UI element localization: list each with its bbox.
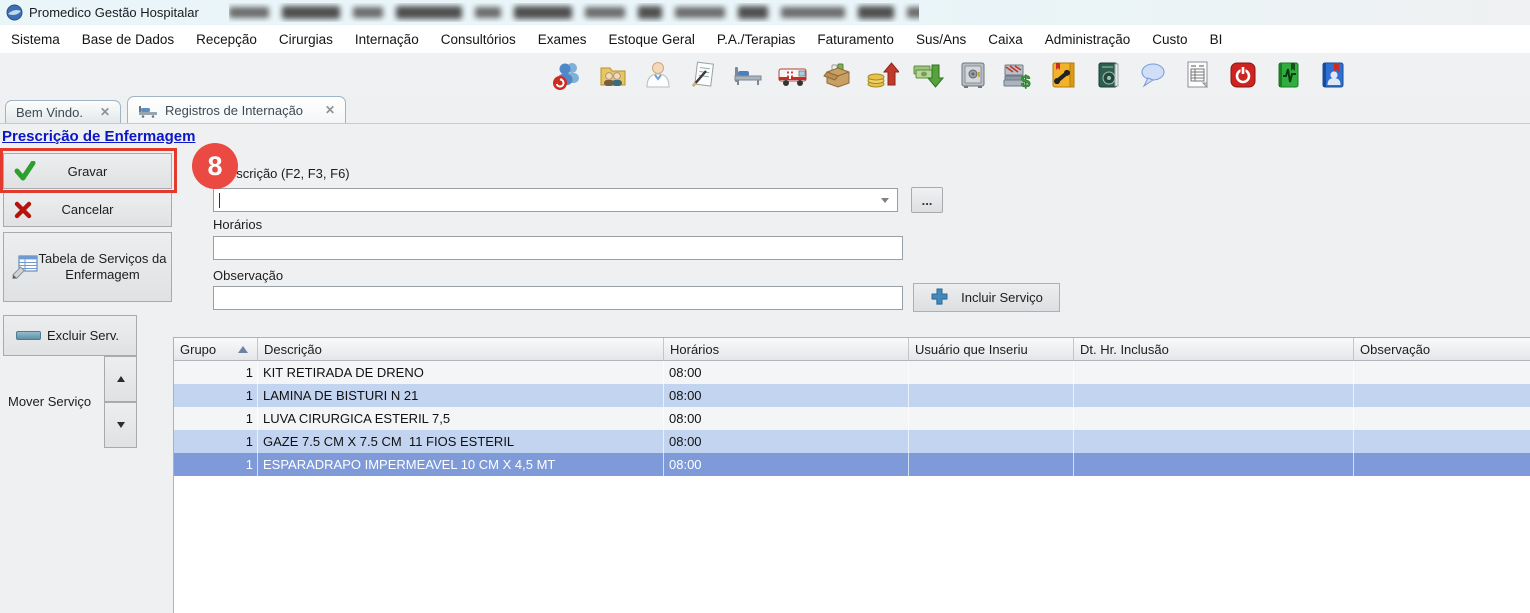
annotation-step-badge: 8 [192,143,238,189]
doctor-icon[interactable] [635,57,680,93]
title-bar: Promedico Gestão Hospitalar [0,0,1530,25]
observacao-label: Observação [213,268,283,283]
save-button[interactable]: Gravar [3,153,172,189]
app-window: Promedico Gestão Hospitalar Sistema Base… [0,0,1530,613]
include-service-button[interactable]: Incluir Serviço [913,283,1060,312]
app-icon [6,4,23,21]
menu-bi[interactable]: BI [1199,25,1234,53]
phone-book-icon[interactable] [1040,57,1085,93]
table-row[interactable]: 1 LUVA CIRURGICA ESTERIL 7,5 08:00 [174,407,1530,430]
menu-custo[interactable]: Custo [1141,25,1198,53]
include-service-button-label: Incluir Serviço [961,290,1043,305]
services-table-button-label: Tabela de Serviços da Enfermagem [38,251,167,284]
menu-base-de-dados[interactable]: Base de Dados [71,25,185,53]
users-sync-icon[interactable] [545,57,590,93]
close-tab-icon[interactable]: ✕ [325,103,335,117]
cancel-button[interactable]: Cancelar [3,192,172,227]
table-header-row: Grupo Descrição Horários Usuário que Ins… [174,338,1530,361]
prescription-combobox[interactable] [213,188,898,212]
money-out-icon[interactable] [905,57,950,93]
tab-bar: Bem Vindo. ✕ Registros de Internação ✕ [0,96,1530,124]
table-edit-icon [12,254,39,281]
health-record-icon[interactable] [1265,57,1310,93]
page-title: Prescrição de Enfermagem [2,128,195,145]
move-service-up-button[interactable] [104,356,137,402]
tab-bem-vindo[interactable]: Bem Vindo. ✕ [5,100,121,123]
column-header-dt-hr[interactable]: Dt. Hr. Inclusão [1074,338,1354,360]
column-header-descricao[interactable]: Descrição [258,338,664,360]
menu-pa-terapias[interactable]: P.A./Terapias [706,25,807,53]
table-row-selected[interactable]: 1 ESPARADRAPO IMPERMEAVEL 10 CM X 4,5 MT… [174,453,1530,476]
prescricao-enfermagem-panel: Prescrição de Enfermagem Gravar 8 Cancel… [0,124,1530,613]
delete-service-button[interactable]: Excluir Serv. [3,315,137,356]
menu-faturamento[interactable]: Faturamento [806,25,905,53]
prescription-document-icon[interactable] [680,57,725,93]
chat-icon[interactable] [1130,57,1175,93]
contacts-book-icon[interactable] [1310,57,1355,93]
menu-estoque-geral[interactable]: Estoque Geral [598,25,706,53]
menu-caixa[interactable]: Caixa [977,25,1034,53]
services-table: Grupo Descrição Horários Usuário que Ins… [173,337,1530,613]
arrow-down-icon [117,422,125,428]
table-row[interactable]: 1 GAZE 7.5 CM X 7.5 CM 11 FIOS ESTERIL 0… [174,430,1530,453]
menu-administracao[interactable]: Administração [1034,25,1142,53]
text-caret [219,193,220,208]
cancel-button-label: Cancelar [61,202,113,217]
redacted-titlebar-text [229,3,919,22]
menu-bar: Sistema Base de Dados Recepção Cirurgias… [0,25,1530,53]
stock-box-icon[interactable] [815,57,860,93]
sort-ascending-icon [238,346,248,353]
menu-cirurgias[interactable]: Cirurgias [268,25,344,53]
ambulance-icon[interactable] [770,57,815,93]
move-service-down-button[interactable] [104,402,137,448]
plus-icon [930,287,952,309]
catalog-book-icon[interactable] [1085,57,1130,93]
check-icon [14,161,36,181]
safe-icon[interactable] [950,57,995,93]
patients-folder-icon[interactable] [590,57,635,93]
window-title: Promedico Gestão Hospitalar [29,5,199,20]
menu-recepcao[interactable]: Recepção [185,25,268,53]
menu-consultorios[interactable]: Consultórios [430,25,527,53]
hospital-bed-icon[interactable] [725,57,770,93]
arrow-up-icon [117,376,125,382]
toolbar: $ [0,53,1530,96]
cash-register-icon[interactable]: $ [995,57,1040,93]
horarios-label: Horários [213,217,262,232]
menu-sus-ans[interactable]: Sus/Ans [905,25,977,53]
browse-button[interactable]: ... [911,187,943,213]
tab-label: Registros de Internação [165,103,303,118]
column-header-usuario[interactable]: Usuário que Inseriu [909,338,1074,360]
menu-internacao[interactable]: Internação [344,25,430,53]
tab-label: Bem Vindo. [16,105,83,120]
table-row[interactable]: 1 KIT RETIRADA DE DRENO 08:00 [174,361,1530,384]
services-table-button[interactable]: Tabela de Serviços da Enfermagem [3,232,172,302]
bed-icon [138,103,158,118]
money-in-icon[interactable] [860,57,905,93]
horarios-input[interactable] [213,236,903,260]
tab-registros-internacao[interactable]: Registros de Internação ✕ [127,96,346,123]
close-tab-icon[interactable]: ✕ [100,105,110,119]
observacao-input[interactable] [213,286,903,310]
minus-bar-icon [16,331,41,340]
column-header-grupo[interactable]: Grupo [174,338,258,360]
column-header-horarios[interactable]: Horários [664,338,909,360]
column-header-observacao[interactable]: Observação [1354,338,1530,360]
delete-service-button-label: Excluir Serv. [47,328,119,343]
svg-text:$: $ [1021,72,1031,91]
invoice-icon[interactable] [1175,57,1220,93]
chevron-down-icon[interactable] [881,198,889,203]
menu-sistema[interactable]: Sistema [0,25,71,53]
move-service-label: Mover Serviço [8,394,91,409]
power-icon[interactable] [1220,57,1265,93]
table-row[interactable]: 1 LAMINA DE BISTURI N 21 08:00 [174,384,1530,407]
menu-exames[interactable]: Exames [527,25,598,53]
save-button-label: Gravar [68,164,108,179]
x-icon [14,201,32,219]
